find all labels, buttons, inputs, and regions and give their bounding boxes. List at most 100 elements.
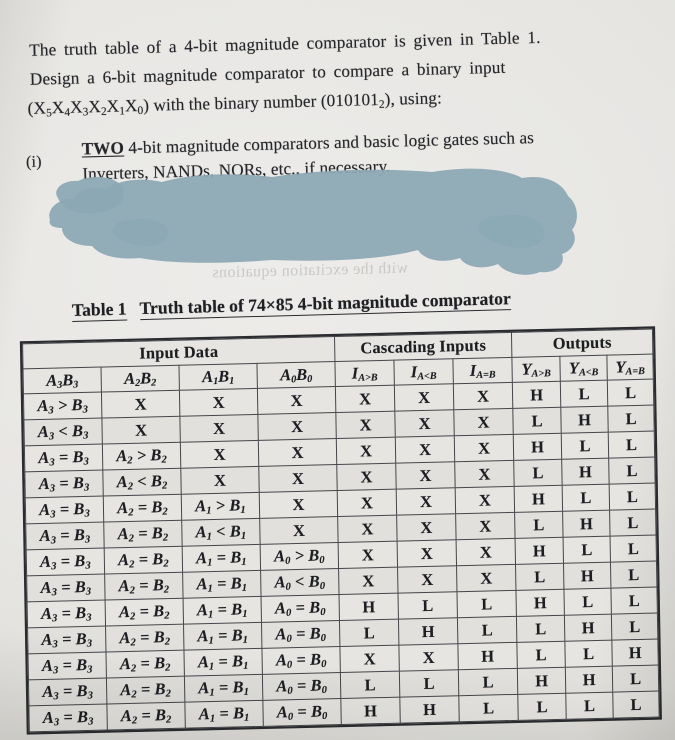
table-cell-level: H — [512, 381, 561, 409]
table-cell-level: L — [457, 616, 517, 644]
table-cell-level: L — [561, 432, 609, 460]
table-cell-level: H — [513, 433, 562, 461]
table-cell-expression: A1 = B1 — [184, 700, 264, 729]
col-header-y-aeqb: YA=B — [606, 354, 654, 381]
table-cell-level: L — [339, 619, 399, 647]
table-cell-level: X — [258, 464, 338, 493]
table-cell-level: L — [560, 380, 608, 408]
table-cell-expression: A1 = B1 — [182, 570, 262, 599]
table-cell-level: X — [338, 541, 398, 569]
col-header-i-aeqb: IA=B — [452, 357, 513, 384]
table-cell-level: H — [560, 406, 609, 434]
table-cell-level: X — [453, 382, 513, 410]
table-cell-expression: A2 = B2 — [104, 546, 183, 575]
table-cell-level: L — [458, 668, 518, 696]
table-cell-expression: A2 > B2 — [102, 442, 181, 471]
table-cell-expression: A2 = B2 — [105, 624, 184, 653]
binary-input-expression: (X5X4X3X2X1X0) — [27, 95, 150, 120]
table-cell-expression: A2 < B2 — [102, 468, 182, 497]
col-header-a3b3: A3B3 — [23, 367, 102, 394]
table-cell-expression: A3 > B3 — [23, 392, 102, 420]
table-cell-level: L — [340, 671, 400, 699]
table-cell-expression: A2 = B2 — [106, 702, 186, 731]
truth-table-body: A3 > B3 X X X X X X H L L A3 < B3 X X X X X X L H L A3 = B3 A… — [23, 379, 660, 732]
table-cell-level: X — [336, 463, 397, 491]
table-cell-level: X — [394, 409, 455, 438]
table-cell-level: L — [564, 640, 613, 668]
table-cell-expression: A3 = B3 — [25, 522, 105, 550]
table-cell-level: X — [259, 490, 338, 519]
table-cell-level: L — [563, 536, 611, 564]
table-cell-expression: A1 = B1 — [183, 596, 262, 625]
table-cell-expression: A0 = B0 — [261, 646, 341, 675]
table-cell-expression: A3 = B3 — [28, 704, 108, 732]
table-cell-level: X — [395, 461, 456, 490]
table-cell-level: X — [337, 489, 397, 517]
table-cell-level: L — [608, 431, 655, 459]
group-header-outputs: Outputs — [511, 329, 653, 358]
table-cell-level: X — [453, 408, 514, 436]
table-cell-expression: A2 = B2 — [103, 520, 183, 549]
table-cell-level: L — [612, 691, 660, 719]
table-cell-expression: A0 = B0 — [262, 672, 341, 701]
table-cell-expression: A1 < B1 — [181, 518, 261, 547]
table-cell-level: L — [610, 561, 658, 589]
table-cell-level: L — [607, 379, 654, 407]
col-header-y-altb: YA<B — [559, 355, 608, 382]
table-cell-level: X — [336, 437, 396, 465]
table-cell-expression: A3 = B3 — [25, 496, 104, 524]
table-cell-level: X — [257, 412, 337, 441]
table-cell-level: X — [180, 440, 259, 469]
table-cell-expression: A3 = B3 — [24, 470, 104, 498]
table-cell-expression: A3 = B3 — [26, 548, 105, 576]
table-cell-expression: A2 = B2 — [105, 598, 184, 627]
table-cell-level: L — [515, 563, 565, 591]
table-cell-expression: A3 = B3 — [28, 652, 107, 680]
table-cell-level: X — [454, 434, 514, 462]
question-line-3: (X5X4X3X2X1X0) with the binary number (0… — [27, 88, 442, 119]
item-i-emphasis: TWO — [81, 138, 125, 159]
table-cell-level: X — [394, 383, 454, 412]
table-cell-level: X — [258, 438, 337, 467]
item-i-line-2: Inverters, NANDs, NORs, etc., if necessa… — [82, 156, 391, 184]
table-cell-level: L — [610, 587, 658, 615]
table-cell-expression: A1 = B1 — [183, 648, 263, 677]
table-cell-level: L — [610, 535, 657, 563]
table-cell-level: X — [395, 435, 455, 464]
col-header-y-agtb: YA>B — [511, 356, 561, 383]
item-i-line-1: TWO 4-bit magnitude comparators and basi… — [81, 128, 534, 159]
table-cell-level: H — [515, 537, 564, 565]
table-cell-level: X — [397, 539, 457, 568]
table-cell-level: H — [561, 458, 610, 486]
table-cell-level: L — [608, 457, 656, 485]
table-cell-level: X — [259, 516, 339, 545]
table-cell-level: H — [562, 510, 611, 538]
table-cell-level: X — [101, 416, 181, 445]
col-header-a0b0: A0B0 — [256, 361, 336, 389]
question-text-block: The truth table of a 4-bit magnitude com… — [0, 0, 675, 184]
table-cell-level: L — [399, 669, 459, 698]
table-cell-level: X — [101, 390, 180, 419]
table-cell-expression: A0 = B0 — [261, 594, 340, 623]
table-cell-expression: A2 = B2 — [106, 676, 185, 705]
table-cell-level: X — [396, 487, 456, 516]
table-cell-expression: A1 = B1 — [182, 544, 261, 573]
table-cell-level: L — [516, 615, 565, 643]
table-cell-level: H — [565, 666, 613, 694]
table-cell-level: L — [457, 590, 517, 618]
table-cell-expression: A3 = B3 — [27, 600, 106, 628]
table-cell-level: H — [398, 617, 458, 646]
table-cell-level: X — [398, 643, 459, 672]
table-cell-level: H — [457, 642, 518, 670]
table-cell-level: L — [612, 665, 659, 693]
table-cell-level: H — [339, 593, 399, 621]
col-header-a1b1: A1B1 — [178, 363, 258, 391]
table-cell-level: X — [454, 460, 515, 488]
col-header-i-agtb: IA>B — [334, 360, 395, 387]
table-cell-level: L — [609, 509, 657, 537]
scanned-page: The truth table of a 4-bit magnitude com… — [0, 0, 675, 740]
table-cell-level: L — [564, 588, 612, 616]
table-cell-level: L — [458, 694, 519, 722]
table-caption-title: Truth table of 74×85 4-bit magnitude com… — [139, 288, 512, 321]
table-cell-level: X — [339, 645, 400, 673]
